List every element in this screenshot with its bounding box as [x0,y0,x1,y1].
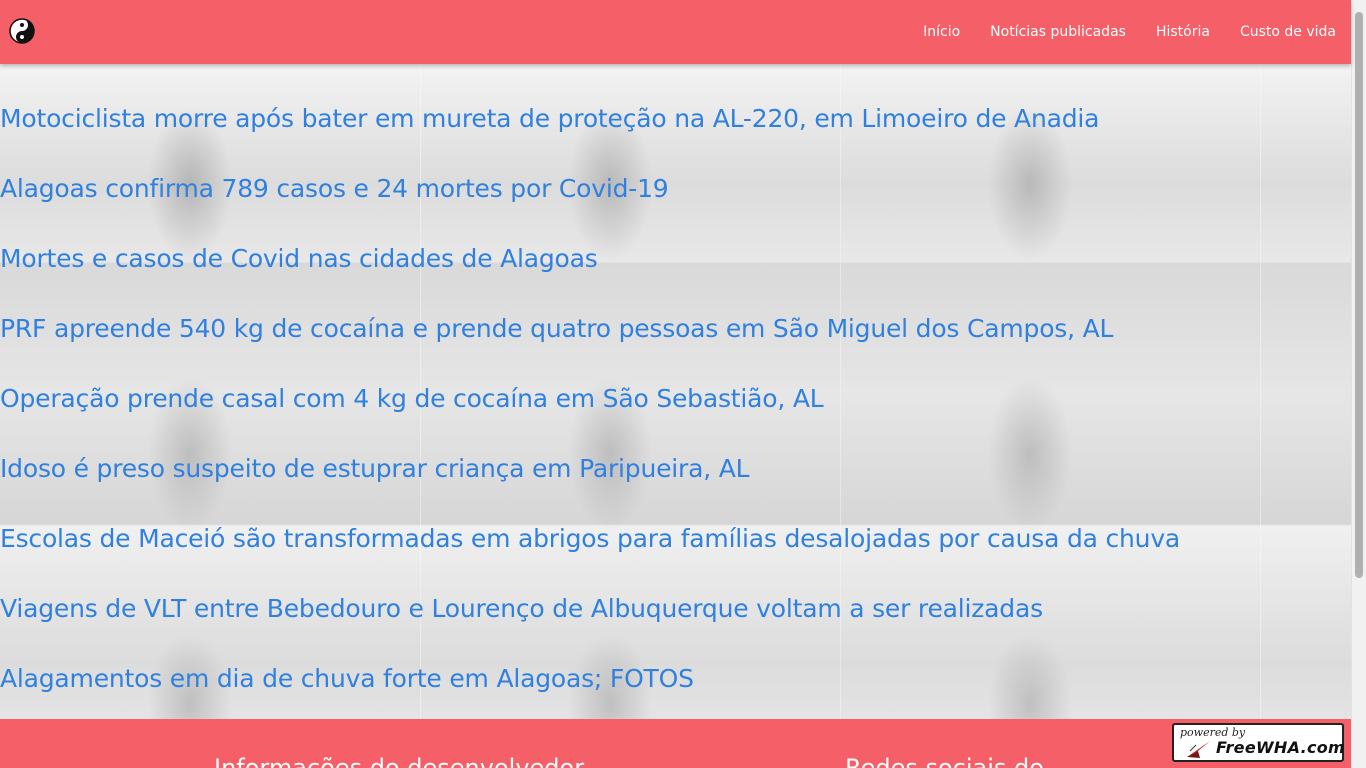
nav-link-custo-de-vida[interactable]: Custo de vida [1240,24,1336,40]
scrollbar-thumb[interactable] [1355,12,1363,578]
news-link[interactable]: Operação prende casal com 4 kg de cocaín… [0,384,824,413]
list-item: Alagamentos em dia de chuva forte em Ala… [0,664,694,694]
news-section: Motociclista morre após bater em mureta … [0,64,1351,719]
nav-menu: Início Notícias publicadas História Cust… [893,0,1336,64]
list-item: Mortes e casos de Covid nas cidades de A… [0,244,598,274]
list-item: Operação prende casal com 4 kg de cocaín… [0,384,824,414]
list-item: Idoso é preso suspeito de estuprar crian… [0,454,750,484]
news-link[interactable]: Mortes e casos de Covid nas cidades de A… [0,244,598,273]
news-link[interactable]: Alagoas confirma 789 casos e 24 mortes p… [0,174,669,203]
developer-info-heading: Informações do desenvolvedor [214,754,585,768]
news-link[interactable]: Idoso é preso suspeito de estuprar crian… [0,454,750,483]
news-link[interactable]: Escolas de Maceió são transformadas em a… [0,524,1180,553]
news-link[interactable]: PRF apreende 540 kg de cocaína e prende … [0,314,1113,343]
page-footer: Informações do desenvolvedor Redes socia… [0,719,1351,768]
list-item: Escolas de Maceió são transformadas em a… [0,524,1180,554]
top-navbar: Início Notícias publicadas História Cust… [0,0,1351,64]
yin-yang-icon[interactable] [9,18,35,44]
nav-link-noticias-publicadas[interactable]: Notícias publicadas [990,24,1126,40]
news-link[interactable]: Alagamentos em dia de chuva forte em Ala… [0,664,694,693]
nav-link-historia[interactable]: História [1156,24,1210,40]
nav-link-inicio[interactable]: Início [923,24,960,40]
list-item: Viagens de VLT entre Bebedouro e Lourenç… [0,594,1043,624]
social-networks-heading: Redes sociais do [845,754,1044,768]
background-seam [1260,64,1261,719]
badge-main-text: FreeWHA.com [1216,738,1346,757]
paper-plane-icon [1187,741,1210,758]
news-link[interactable]: Motociclista morre após bater em mureta … [0,104,1099,133]
list-item: Alagoas confirma 789 casos e 24 mortes p… [0,174,669,204]
page-scrollbar[interactable] [1351,0,1366,768]
list-item: PRF apreende 540 kg de cocaína e prende … [0,314,1113,344]
powered-by-badge[interactable]: powered by FreeWHA.com [1172,723,1346,762]
news-link[interactable]: Viagens de VLT entre Bebedouro e Lourenç… [0,594,1043,623]
list-item: Motociclista morre após bater em mureta … [0,104,1099,134]
